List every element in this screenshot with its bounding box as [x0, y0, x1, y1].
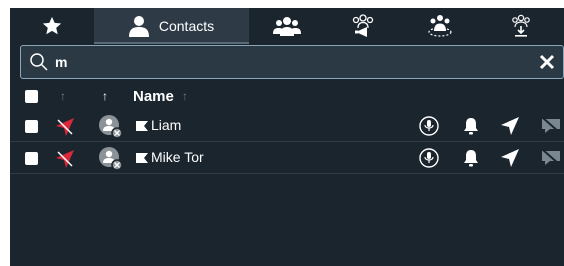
group-broadcast-icon — [353, 14, 374, 37]
search-bar — [20, 45, 564, 79]
select-all-checkbox[interactable] — [25, 90, 38, 103]
message-off-icon[interactable] — [540, 149, 562, 167]
star-icon — [42, 16, 62, 35]
microphone-icon[interactable] — [419, 116, 439, 136]
avatar[interactable] — [98, 146, 124, 172]
name-column-header[interactable]: Name — [133, 88, 174, 105]
table-row[interactable]: Liam — [10, 110, 564, 142]
name-sort-arrow[interactable]: ↑ — [182, 89, 188, 103]
table-row[interactable]: Mike Tor — [10, 142, 564, 174]
person-icon — [128, 16, 149, 37]
tab-broadcast-group[interactable] — [325, 8, 401, 44]
tab-bar: Contacts — [10, 8, 564, 44]
sort-avatar-arrow[interactable]: ↑ — [102, 89, 108, 103]
location-off-icon — [56, 150, 74, 168]
contacts-panel: Contacts m ↑ ↑ Name ↑ Liam Mike Tor — [10, 8, 564, 266]
microphone-icon[interactable] — [419, 148, 439, 168]
message-off-icon[interactable] — [540, 117, 562, 135]
sort-status-arrow[interactable]: ↑ — [60, 89, 66, 103]
row-checkbox[interactable] — [25, 152, 38, 165]
tab-contacts-label: Contacts — [158, 18, 215, 34]
tab-contacts[interactable]: Contacts — [94, 8, 249, 44]
location-off-icon — [56, 118, 74, 136]
row-checkbox[interactable] — [25, 120, 38, 133]
search-icon — [30, 53, 48, 71]
close-icon — [539, 54, 555, 70]
flag-icon — [136, 121, 148, 131]
navigate-icon[interactable] — [500, 148, 520, 168]
tab-groups[interactable] — [249, 8, 325, 44]
tab-group-radius[interactable] — [402, 8, 478, 44]
contact-name: Mike Tor — [151, 149, 204, 165]
tab-group-download[interactable] — [478, 8, 564, 44]
navigate-icon[interactable] — [500, 116, 520, 136]
clear-search-button[interactable] — [537, 52, 557, 72]
group-icon — [273, 17, 301, 36]
contact-name: Liam — [151, 117, 182, 133]
flag-icon — [136, 153, 148, 163]
search-input[interactable] — [49, 48, 537, 76]
bell-icon[interactable] — [461, 116, 481, 136]
group-download-icon — [512, 14, 530, 37]
table-header: ↑ ↑ Name ↑ — [10, 82, 564, 110]
group-radius-icon — [428, 15, 452, 37]
tab-favorites[interactable] — [10, 8, 94, 44]
bell-icon[interactable] — [461, 148, 481, 168]
avatar[interactable] — [98, 114, 124, 140]
